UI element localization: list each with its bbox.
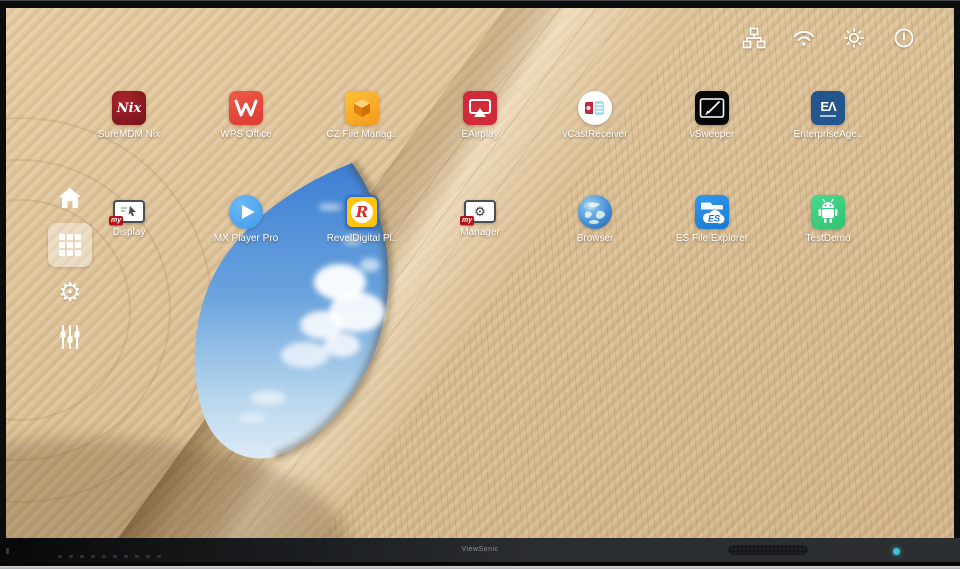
mx-player-pro-app-icon [229,195,263,229]
sidebar-item-settings[interactable]: ⚙ [50,272,90,312]
revel-digital-app-icon: R [345,195,379,229]
page-curl-tube [118,8,700,538]
cz-file-manager-app-icon [345,91,379,125]
wallpaper-curl-art [6,8,954,538]
power-standby-icon[interactable] [892,26,916,50]
app-test-demo[interactable]: TestDemo [772,195,884,245]
sidebar-item-adjust[interactable] [50,317,90,357]
app-label: RevelDigital Pl.. [306,233,418,245]
app-wps-office[interactable]: WPS Office [190,91,302,141]
wood-right-grain [320,8,954,538]
app-label: TestDemo [772,233,884,245]
app-label: EAirplay [424,129,536,141]
wifi-icon[interactable] [792,26,816,50]
app-label: ES File Explorer [656,233,768,245]
app-suremdm-nix[interactable]: Nix SureMDM Nix [73,91,185,141]
display-app-icon: my [113,200,145,223]
my-badge: my [109,216,123,225]
wood-swirl [6,118,212,502]
brand-logo: ViewSonic [0,546,960,553]
app-label: vSweeper [656,129,768,141]
test-demo-android-app-icon [811,195,845,229]
app-label: MX Player Pro [190,233,302,245]
vcast-receiver-app-icon [578,91,612,125]
app-label: WPS Office [190,129,302,141]
app-label: Manager [424,227,536,239]
vsweeper-app-icon [695,91,729,125]
screen: ⚙ Nix SureMDM Nix [6,8,954,538]
app-mx-player-pro[interactable]: MX Player Pro [190,195,302,245]
app-cz-file-manager[interactable]: CZ File Manag.. [306,91,418,141]
svg-text:ES: ES [708,214,720,224]
app-eairplay[interactable]: EAirplay [424,91,536,141]
gear-icon: ⚙ [58,279,81,305]
front-ports [58,555,168,558]
browser-globe-app-icon [578,195,612,229]
app-manager[interactable]: ⚙ my Manager [424,195,536,239]
port-mark [6,548,9,554]
ethernet-network-icon[interactable] [742,26,766,50]
my-badge: my [460,216,474,225]
display-device-frame: ⚙ Nix SureMDM Nix [0,0,960,569]
enterprise-agent-app-icon: EΛ [811,91,845,125]
sliders-icon [58,324,82,350]
manager-app-icon: ⚙ my [464,200,496,223]
app-vsweeper[interactable]: vSweeper [656,91,768,141]
es-file-explorer-app-icon: ES [695,195,729,229]
app-label: EnterpriseAge.. [772,129,884,141]
speaker-grille [728,545,808,555]
brightness-icon[interactable] [842,26,866,50]
app-es-file-explorer[interactable]: ES ES File Explorer [656,195,768,245]
suremdm-nix-app-icon: Nix [112,91,146,125]
power-led [893,548,900,555]
app-enterprise-agent[interactable]: EΛ EnterpriseAge.. [772,91,884,141]
app-browser[interactable]: Browser [539,195,651,245]
app-label: vCastReceiver [539,129,651,141]
status-icon-cluster [742,26,916,50]
app-label: SureMDM Nix [73,129,185,141]
app-vcast-receiver[interactable]: vCastReceiver [539,91,651,141]
app-label: Display [73,227,185,239]
eairplay-app-icon [463,91,497,125]
app-label: CZ File Manag.. [306,129,418,141]
app-label: Browser [539,233,651,245]
bottom-bezel: ViewSonic [0,538,960,562]
app-display[interactable]: my Display [73,195,185,239]
app-revel-digital-player[interactable]: R RevelDigital Pl.. [306,195,418,245]
wps-office-app-icon [229,91,263,125]
